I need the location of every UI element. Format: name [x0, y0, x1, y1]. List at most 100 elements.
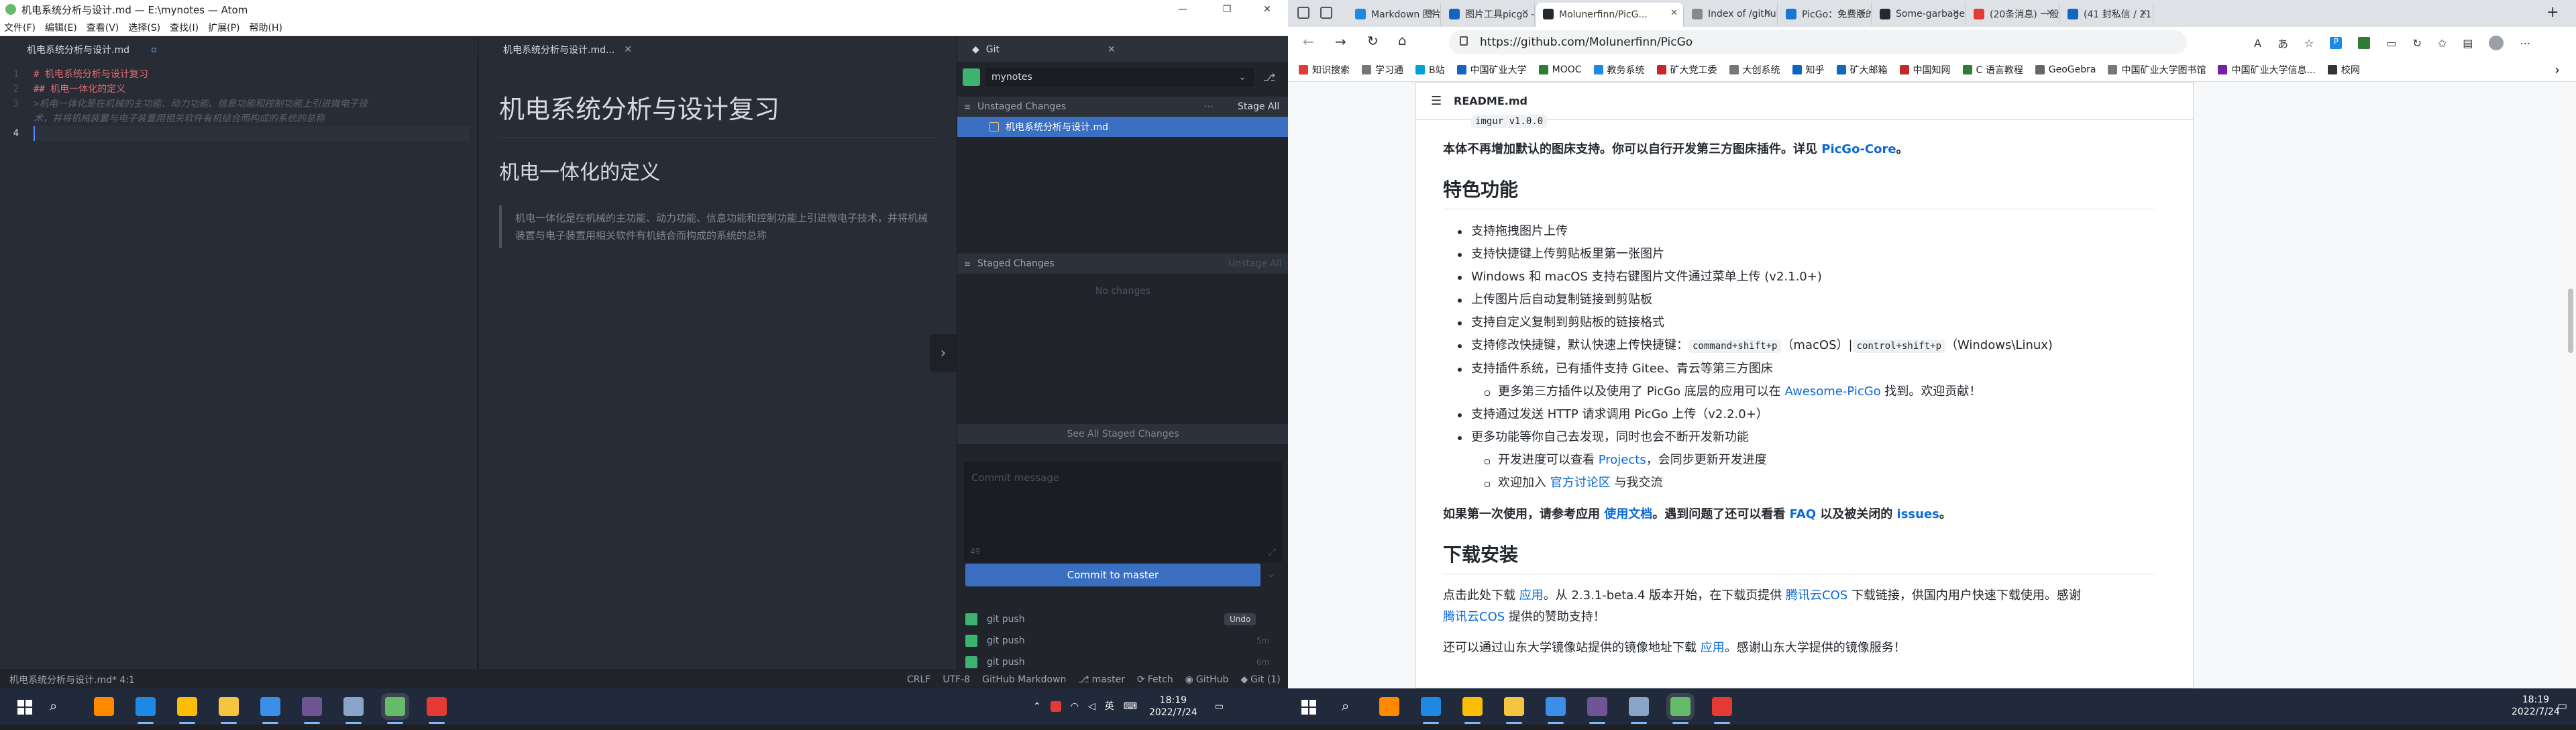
- branch-indicator[interactable]: master: [1092, 674, 1125, 685]
- refresh-ext-icon[interactable]: ↻: [2412, 37, 2421, 50]
- bookmark-item[interactable]: B站: [1415, 63, 1445, 76]
- code-line[interactable]: 术，并将机械装置与电子装置用相关软件有机结合而构成的系统的总称: [34, 111, 470, 126]
- volume-icon[interactable]: ◁: [1088, 700, 1095, 713]
- github-button[interactable]: GitHub: [1196, 674, 1229, 685]
- cos-sponsor-link[interactable]: 腾讯云COS: [1443, 610, 1505, 624]
- tab-close-icon[interactable]: ✕: [624, 44, 632, 55]
- profile-avatar[interactable]: [2489, 36, 2504, 50]
- taskbar-edge-icon[interactable]: [136, 697, 156, 716]
- maximize-icon[interactable]: ❐: [1212, 0, 1242, 19]
- extension-green-icon[interactable]: [2358, 37, 2371, 49]
- input-language[interactable]: 英: [1105, 700, 1114, 713]
- taskbar-github-desktop-icon[interactable]: [1587, 697, 1607, 716]
- notification-icon[interactable]: ▭: [2557, 699, 2567, 712]
- bookmark-item[interactable]: C 语言教程: [1962, 63, 2023, 76]
- more-menu-icon[interactable]: ⋯: [2520, 37, 2530, 50]
- notification-icon[interactable]: ▭: [1215, 700, 1224, 713]
- tab-close-icon[interactable]: ✕: [2046, 8, 2053, 18]
- tab-preview[interactable]: 机电系统分析与设计.md... ✕: [479, 38, 957, 62]
- scrollbar-thumb[interactable]: [2568, 289, 2573, 353]
- status-file[interactable]: 机电系统分析与设计.md* 4:1: [9, 673, 135, 686]
- mirror-app-link[interactable]: 应用: [1701, 641, 1725, 655]
- git-tab-close-icon[interactable]: ✕: [1108, 44, 1116, 55]
- taskbar-github-desktop-icon[interactable]: [302, 697, 322, 716]
- page-scrollbar[interactable]: [2561, 82, 2576, 688]
- discard-all-icon[interactable]: ⋯: [1204, 101, 1214, 112]
- browser-tab[interactable]: Index of /github-...✕: [1685, 3, 1778, 25]
- windows-start-icon[interactable]: [1301, 700, 1316, 715]
- bookmark-item[interactable]: 矿大邮箱: [1836, 63, 1888, 76]
- see-all-staged-button[interactable]: See All Staged Changes: [957, 424, 1289, 444]
- taskbar-atom-icon[interactable]: [1670, 697, 1690, 716]
- bookmark-item[interactable]: 中国矿业大学图书馆: [2108, 63, 2206, 76]
- close-icon[interactable]: ✕: [1252, 0, 1283, 19]
- tray-app-icon[interactable]: [1050, 701, 1061, 712]
- tab-close-icon[interactable]: ✕: [1521, 8, 1529, 18]
- tray-chevron-icon[interactable]: ⌃: [1033, 700, 1041, 713]
- search-icon[interactable]: ⌕: [50, 698, 57, 714]
- docs-link[interactable]: 使用文档: [1604, 507, 1652, 521]
- new-tab-icon[interactable]: +: [2546, 4, 2559, 21]
- app-download-link[interactable]: 应用: [1519, 588, 1544, 603]
- feature-link[interactable]: Awesome-PicGo: [1784, 384, 1880, 399]
- branch-icon[interactable]: ⎇: [1263, 71, 1275, 84]
- menu-packages[interactable]: 扩展(P): [208, 21, 239, 34]
- taskbar-search-app-icon[interactable]: [1379, 697, 1399, 716]
- forward-arrow-icon[interactable]: →: [1335, 34, 1346, 50]
- stage-all-button[interactable]: Stage All: [1238, 101, 1279, 112]
- bookmark-item[interactable]: 中国知网: [1899, 63, 1951, 76]
- recent-commit-item[interactable]: git push 5m: [957, 631, 1289, 651]
- ime-icon[interactable]: ⌨: [1124, 700, 1137, 713]
- network-icon[interactable]: ◠: [1071, 700, 1079, 713]
- tab-close-icon[interactable]: ✕: [1764, 8, 1772, 18]
- recent-commit-item[interactable]: git push Undo: [957, 609, 1289, 629]
- feature-link[interactable]: Projects: [1599, 453, 1646, 467]
- browser-tab[interactable]: Some-garbage-H...✕: [1873, 3, 1966, 25]
- menu-find[interactable]: 查找(I): [170, 21, 199, 34]
- taskbar-explorer-icon[interactable]: [219, 697, 239, 716]
- unstage-all-button[interactable]: Unstage All: [1228, 258, 1282, 269]
- taskbar-vscode-icon[interactable]: [1546, 697, 1566, 716]
- fetch-button[interactable]: Fetch: [1148, 674, 1173, 685]
- tab-actions-icon[interactable]: [1320, 7, 1332, 19]
- code-lines[interactable]: # 机电系统分析与设计复习 ## 机电一体化的定义 >机电一体化是在机械的主功能…: [34, 67, 470, 141]
- bookmark-star-icon[interactable]: ☆: [2304, 37, 2314, 50]
- grammar-indicator[interactable]: GitHub Markdown: [982, 674, 1066, 685]
- menu-view[interactable]: 查看(V): [87, 21, 119, 34]
- menu-edit[interactable]: 编辑(E): [45, 21, 77, 34]
- collections-icon[interactable]: ▤: [2463, 37, 2473, 50]
- code-line[interactable]: # 机电系统分析与设计复习: [34, 67, 470, 82]
- taskbar-typora-icon[interactable]: [1629, 697, 1649, 716]
- bookmark-item[interactable]: GeoGebra: [2035, 64, 2096, 75]
- taskbar-typora-icon[interactable]: [343, 697, 364, 716]
- menu-file[interactable]: 文件(F): [4, 21, 36, 34]
- favorites-icon[interactable]: ✩: [2438, 37, 2447, 50]
- extension-p-icon[interactable]: P: [2330, 37, 2343, 49]
- code-line[interactable]: >机电一体化是在机械的主功能、动力功能、信息功能和控制功能上引进微电子技: [34, 97, 470, 111]
- minimize-icon[interactable]: —: [1167, 0, 1198, 19]
- search-icon[interactable]: ⌕: [1342, 698, 1349, 714]
- undo-button[interactable]: Undo: [1224, 613, 1256, 625]
- repo-select[interactable]: mynotes ⌄: [985, 68, 1254, 87]
- taskbar-chrome-icon[interactable]: [1462, 697, 1483, 716]
- taskbar-wps-icon[interactable]: [427, 697, 447, 716]
- read-aloud-icon[interactable]: A: [2254, 37, 2261, 50]
- browser-tab[interactable]: PicGo：免费版的...✕: [1779, 3, 1872, 25]
- browser-tab[interactable]: Molunerfinn/PicG... ✕: [1536, 3, 1684, 27]
- issues-link[interactable]: issues: [1897, 507, 1939, 521]
- commit-message-input[interactable]: Commit message 49 ⤢: [964, 462, 1282, 562]
- git-button[interactable]: Git (1): [1250, 674, 1281, 685]
- browser-tab[interactable]: Markdown 图片的...✕: [1348, 3, 1441, 25]
- expand-icon[interactable]: ⤢: [1269, 547, 1276, 558]
- commit-button[interactable]: Commit to master: [965, 564, 1260, 586]
- commit-options-icon[interactable]: ⌄: [1267, 569, 1275, 580]
- translate-icon[interactable]: あ: [2277, 35, 2288, 51]
- encoding-indicator[interactable]: UTF-8: [943, 674, 970, 685]
- toc-list-icon[interactable]: ☰: [1431, 94, 1442, 108]
- git-tab[interactable]: ◆ Git ✕: [957, 38, 1288, 62]
- tab-close-icon[interactable]: ✕: [1670, 8, 1678, 18]
- menu-help[interactable]: 帮助(H): [250, 21, 282, 34]
- code-line[interactable]: ## 机电一体化的定义: [34, 82, 470, 97]
- tab-search-icon[interactable]: [1297, 7, 1309, 19]
- bookmark-item[interactable]: 大创系统: [1729, 63, 1780, 76]
